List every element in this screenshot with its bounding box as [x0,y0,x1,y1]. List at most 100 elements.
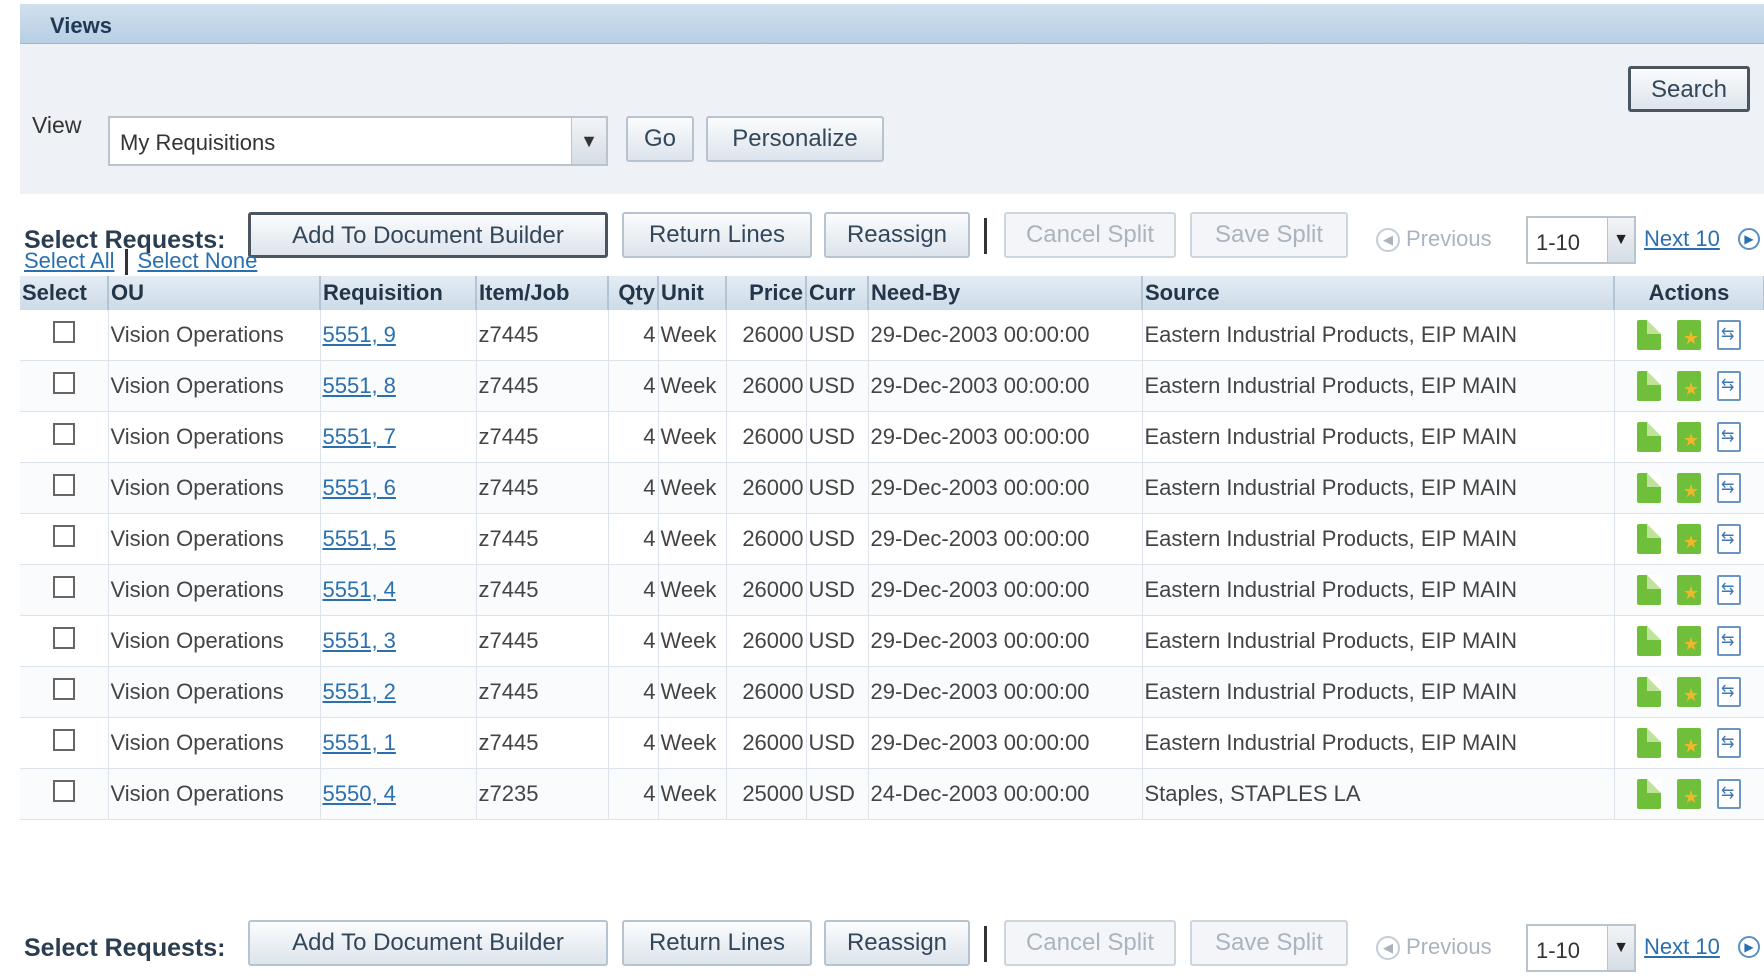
search-button[interactable]: Search [1628,66,1750,112]
cancel-split-button[interactable]: Cancel Split [1004,212,1176,258]
requisition-link[interactable]: 5550, 4 [323,781,396,806]
document-icon[interactable] [1637,371,1661,401]
favorite-document-icon[interactable] [1677,677,1701,707]
split-icon[interactable] [1717,779,1741,809]
save-split-button[interactable]: Save Split [1190,212,1348,258]
actions-cell [1614,564,1764,616]
requisition-link[interactable]: 5551, 5 [323,526,396,551]
curr-cell: USD [806,411,869,463]
split-icon[interactable] [1717,473,1741,503]
favorite-document-icon[interactable] [1677,320,1701,350]
chevron-down-icon[interactable]: ▼ [571,118,606,164]
split-icon[interactable] [1717,626,1741,656]
col-need-by[interactable]: Need-By [868,276,1143,310]
price-cell: 26000 [726,615,807,667]
return-lines-button[interactable]: Return Lines [622,212,812,258]
requisition-link[interactable]: 5551, 2 [323,679,396,704]
document-icon[interactable] [1637,524,1661,554]
row-checkbox[interactable] [52,321,75,343]
select-all-link[interactable]: Select All [24,248,115,273]
favorite-document-icon[interactable] [1677,371,1701,401]
document-icon[interactable] [1637,626,1661,656]
requisition-link[interactable]: 5551, 9 [323,322,396,347]
select-none-link[interactable]: Select None [138,248,258,273]
previous-link[interactable]: ◀ Previous [1376,226,1492,253]
row-checkbox[interactable] [52,525,75,547]
col-qty[interactable]: Qty [608,276,659,310]
requisition-link[interactable]: 5551, 4 [323,577,396,602]
requisition-cell: 5551, 5 [320,513,477,565]
split-icon[interactable] [1717,575,1741,605]
range-value: 1-10 [1536,938,1581,963]
split-icon[interactable] [1717,524,1741,554]
return-lines-button[interactable]: Return Lines [622,920,812,966]
range-select[interactable]: 1-10 ▼ [1526,924,1636,972]
col-select[interactable]: Select [20,276,109,310]
document-icon[interactable] [1637,575,1661,605]
split-icon[interactable] [1717,728,1741,758]
previous-link[interactable]: ◀ Previous [1376,934,1492,961]
favorite-document-icon[interactable] [1677,626,1701,656]
favorite-document-icon[interactable] [1677,779,1701,809]
col-source[interactable]: Source [1142,276,1615,310]
split-icon[interactable] [1717,677,1741,707]
need-by-cell: 29-Dec-2003 00:00:00 [868,310,1143,361]
col-unit[interactable]: Unit [658,276,727,310]
view-select[interactable]: My Requisitions ▼ [108,116,608,166]
favorite-document-icon[interactable] [1677,422,1701,452]
favorite-document-icon[interactable] [1677,524,1701,554]
reassign-button[interactable]: Reassign [824,212,970,258]
requisition-link[interactable]: 5551, 3 [323,628,396,653]
col-item[interactable]: Item/Job [476,276,609,310]
document-icon[interactable] [1637,677,1661,707]
row-checkbox[interactable] [52,627,75,649]
requisition-cell: 5551, 7 [320,411,477,463]
next-link[interactable]: Next 10 [1644,226,1720,252]
document-icon[interactable] [1637,422,1661,452]
need-by-cell: 29-Dec-2003 00:00:00 [868,513,1143,565]
favorite-document-icon[interactable] [1677,575,1701,605]
document-icon[interactable] [1637,779,1661,809]
chevron-down-icon[interactable]: ▼ [1607,926,1634,970]
row-checkbox[interactable] [52,678,75,700]
next-link[interactable]: Next 10 [1644,934,1720,960]
go-button[interactable]: Go [626,116,694,162]
col-price[interactable]: Price [726,276,807,310]
requisition-link[interactable]: 5551, 1 [323,730,396,755]
requisition-link[interactable]: 5551, 8 [323,373,396,398]
row-checkbox[interactable] [52,729,75,751]
source-cell: Eastern Industrial Products, EIP MAIN [1142,462,1615,514]
price-cell: 26000 [726,564,807,616]
col-requisition[interactable]: Requisition [320,276,477,310]
cancel-split-button[interactable]: Cancel Split [1004,920,1176,966]
add-to-document-builder-button[interactable]: Add To Document Builder [248,212,608,258]
row-checkbox[interactable] [52,576,75,598]
row-checkbox[interactable] [52,474,75,496]
personalize-button[interactable]: Personalize [706,116,884,162]
split-icon[interactable] [1717,320,1741,350]
requisition-link[interactable]: 5551, 7 [323,424,396,449]
table-header-row: Select OU Requisition Item/Job Qty Unit … [20,276,1764,310]
favorite-document-icon[interactable] [1677,473,1701,503]
row-checkbox[interactable] [52,423,75,445]
col-curr[interactable]: Curr [806,276,869,310]
row-checkbox[interactable] [52,372,75,394]
range-select[interactable]: 1-10 ▼ [1526,216,1636,264]
requisition-link[interactable]: 5551, 6 [323,475,396,500]
document-icon[interactable] [1637,728,1661,758]
price-cell: 26000 [726,666,807,718]
next-icon[interactable]: ▶ [1738,228,1760,250]
next-icon[interactable]: ▶ [1738,936,1760,958]
split-icon[interactable] [1717,422,1741,452]
chevron-down-icon[interactable]: ▼ [1607,218,1634,262]
document-icon[interactable] [1637,473,1661,503]
reassign-button[interactable]: Reassign [824,920,970,966]
row-checkbox[interactable] [52,780,75,802]
add-to-document-builder-button[interactable]: Add To Document Builder [248,920,608,966]
split-icon[interactable] [1717,371,1741,401]
favorite-document-icon[interactable] [1677,728,1701,758]
item-cell: z7445 [476,360,609,412]
document-icon[interactable] [1637,320,1661,350]
col-ou[interactable]: OU [108,276,321,310]
save-split-button[interactable]: Save Split [1190,920,1348,966]
